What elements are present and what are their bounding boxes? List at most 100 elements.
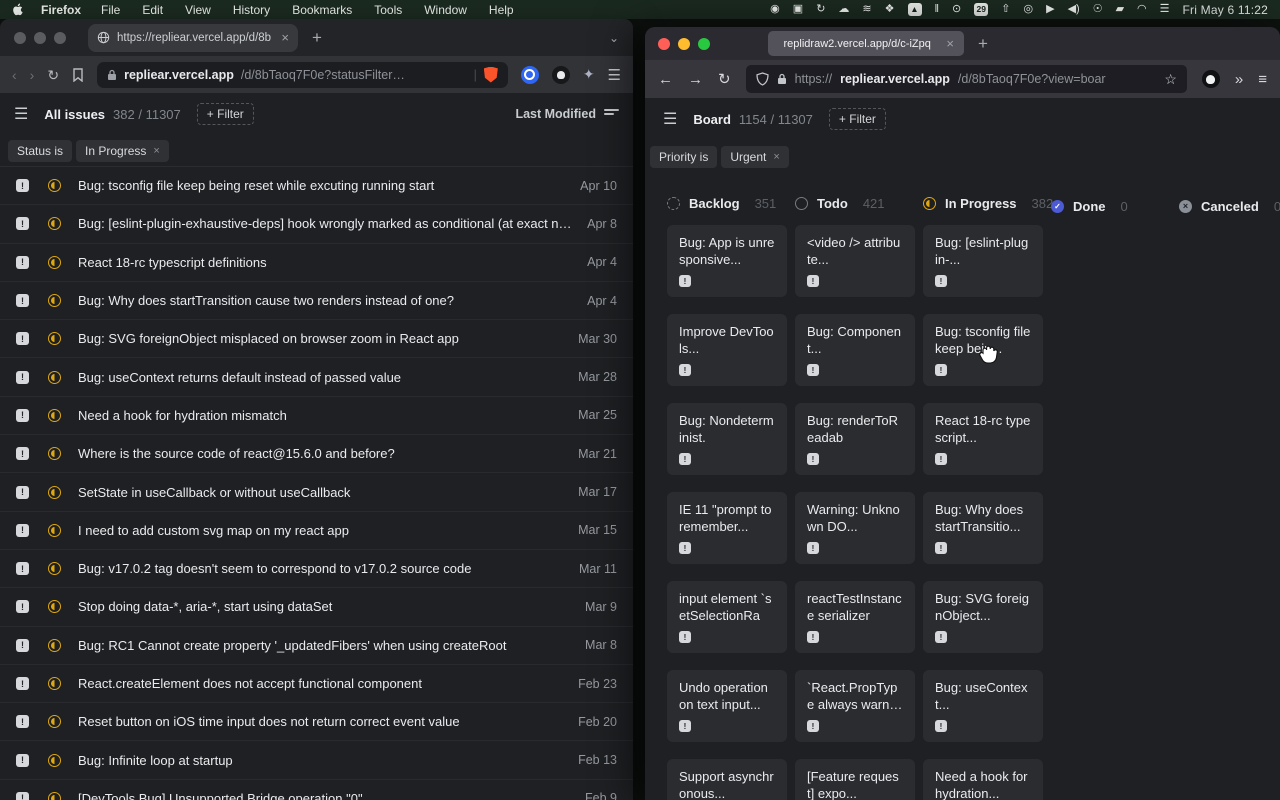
close-icon[interactable]: × (153, 145, 159, 157)
new-tab-button[interactable]: + (978, 34, 988, 54)
filter-chip[interactable]: Urgent× (721, 146, 788, 168)
close-tab-icon[interactable]: × (946, 36, 954, 51)
menu-help[interactable]: Help (489, 3, 514, 17)
issue-row[interactable]: !Bug: SVG foreignObject misplaced on bro… (0, 320, 633, 358)
issue-row[interactable]: !Need a hook for hydration mismatchMar 2… (0, 397, 633, 435)
board-card[interactable]: React 18-rc typescript...! (923, 403, 1043, 475)
board-card[interactable]: Undo operation on text input...! (667, 670, 787, 742)
board-card[interactable]: Bug: tsconfig file keep bein...! (923, 314, 1043, 386)
play-icon[interactable]: ▶ (1046, 4, 1054, 15)
assistant-icon[interactable]: ☉ (1093, 4, 1103, 15)
zoom-window-button[interactable] (698, 38, 710, 50)
minimize-window-button[interactable] (678, 38, 690, 50)
close-window-button[interactable] (14, 32, 26, 44)
issue-row[interactable]: !Reset button on iOS time input does not… (0, 703, 633, 741)
filter-chip[interactable]: Priority is (650, 146, 717, 168)
board-card[interactable]: IE 11 "prompt to remember...! (667, 492, 787, 564)
board-card[interactable]: Improve DevTools...! (667, 314, 787, 386)
reload-button[interactable]: ↻ (47, 68, 59, 82)
window-manager-icon[interactable]: ‖ (935, 4, 940, 15)
menu-edit[interactable]: Edit (142, 3, 163, 17)
sort-control[interactable]: Last Modified (515, 107, 619, 121)
board-card[interactable]: Bug: Nondeterminist.! (667, 403, 787, 475)
issue-row[interactable]: !Bug: Infinite loop at startupFeb 13 (0, 741, 633, 779)
menu-tools[interactable]: Tools (374, 3, 402, 17)
browser-menu-icon[interactable]: ≡ (1258, 72, 1267, 87)
issue-row[interactable]: !React 18-rc typescript definitionsApr 4 (0, 244, 633, 282)
menu-app-name[interactable]: Firefox (41, 3, 81, 17)
issue-row[interactable]: !Bug: [eslint-plugin-exhaustive-deps] ho… (0, 205, 633, 243)
browser-tab[interactable]: replidraw2.vercel.app/d/c-iZpq × (768, 31, 964, 56)
board-card[interactable]: Bug: Why does startTransitio...! (923, 492, 1043, 564)
timer-icon[interactable]: ⊙ (952, 4, 961, 15)
close-window-button[interactable] (658, 38, 670, 50)
board-card[interactable]: Support asynchronous...! (667, 759, 787, 800)
issue-row[interactable]: !Where is the source code of react@15.6.… (0, 435, 633, 473)
dropbox-icon[interactable]: ❖ (885, 4, 895, 15)
calendar-icon[interactable]: 29 (974, 3, 988, 16)
back-button[interactable]: ‹ (12, 68, 17, 82)
board-card[interactable]: Need a hook for hydration...! (923, 759, 1043, 800)
bookmark-icon[interactable] (72, 68, 84, 82)
forward-button[interactable]: → (688, 72, 703, 87)
issue-row[interactable]: !Stop doing data-*, aria-*, start using … (0, 588, 633, 626)
issue-row[interactable]: !SetState in useCallback or without useC… (0, 473, 633, 511)
password-manager-icon[interactable] (521, 66, 539, 84)
issue-row[interactable]: !Bug: v17.0.2 tag doesn't seem to corres… (0, 550, 633, 588)
menu-bookmarks[interactable]: Bookmarks (292, 3, 352, 17)
board-card[interactable]: Bug: [eslint-plugin-...! (923, 225, 1043, 297)
battery-icon[interactable]: ▰ (1116, 4, 1124, 15)
board-card[interactable]: Bug: useContext...! (923, 670, 1043, 742)
issue-row[interactable]: !Bug: tsconfig file keep being reset whi… (0, 167, 633, 205)
issue-row[interactable]: ![DevTools Bug] Unsupported Bridge opera… (0, 780, 633, 800)
record-icon[interactable]: ◉ (770, 4, 780, 15)
add-filter-button[interactable]: + Filter (197, 103, 254, 125)
issue-row[interactable]: !I need to add custom svg map on my reac… (0, 512, 633, 550)
window-controls[interactable] (658, 38, 710, 50)
url-bar[interactable]: https://repliear.vercel.app/d/8bTaoq7F0e… (746, 65, 1187, 93)
menu-history[interactable]: History (233, 3, 270, 17)
board-card[interactable]: <video /> attribute...! (795, 225, 915, 297)
volume-icon[interactable]: ◀) (1068, 4, 1080, 15)
menu-file[interactable]: File (101, 3, 120, 17)
sidebar-menu-icon[interactable]: ☰ (663, 109, 677, 129)
close-icon[interactable]: × (773, 151, 779, 163)
board-card[interactable]: input element `setSelectionRa! (667, 581, 787, 653)
cloud-icon[interactable]: ☁ (838, 4, 849, 15)
control-center-icon[interactable]: ☰ (1160, 4, 1170, 15)
github-profile-icon[interactable] (1202, 70, 1220, 88)
board-card[interactable]: `React.PropType always warns ab! (795, 670, 915, 742)
board-card[interactable]: Bug: SVG foreignObject...! (923, 581, 1043, 653)
issue-row[interactable]: !Bug: useContext returns default instead… (0, 358, 633, 396)
board-card[interactable]: [Feature request] expo...! (795, 759, 915, 800)
extensions-icon[interactable]: ✦ (583, 66, 595, 83)
menubar-clock[interactable]: Fri May 6 11:22 (1183, 3, 1268, 17)
board-card[interactable]: Bug: renderToReadab! (795, 403, 915, 475)
menu-view[interactable]: View (185, 3, 211, 17)
issue-row[interactable]: !Bug: RC1 Cannot create property '_updat… (0, 627, 633, 665)
window-controls[interactable] (14, 32, 66, 44)
browser-tab[interactable]: https://repliear.vercel.app/d/8b × (88, 24, 298, 52)
forward-button[interactable]: › (30, 68, 35, 82)
add-filter-button[interactable]: + Filter (829, 108, 886, 130)
display-icon[interactable]: ▣ (793, 4, 803, 15)
wifi-icon[interactable]: ◠ (1137, 4, 1147, 15)
power-icon[interactable]: ◎ (1023, 4, 1033, 15)
back-button[interactable]: ← (658, 72, 673, 87)
menu-window[interactable]: Window (424, 3, 467, 17)
minimize-window-button[interactable] (34, 32, 46, 44)
overflow-chevrons-icon[interactable]: » (1235, 72, 1243, 87)
board-card[interactable]: Bug: App is unresponsive...! (667, 225, 787, 297)
brave-shield-icon[interactable] (484, 67, 498, 83)
share-icon[interactable]: ⇧ (1001, 4, 1010, 15)
board-card[interactable]: reactTestInstance serializer! (795, 581, 915, 653)
new-tab-button[interactable]: + (312, 28, 322, 48)
zoom-window-button[interactable] (54, 32, 66, 44)
close-tab-icon[interactable]: × (281, 30, 289, 45)
vercel-icon[interactable]: ▲ (908, 3, 922, 16)
docker-icon[interactable]: ≋ (862, 4, 871, 15)
bookmark-star-icon[interactable]: ☆ (1164, 71, 1177, 88)
board-card[interactable]: Warning: Unknown DO...! (795, 492, 915, 564)
filter-chip[interactable]: Status is (8, 140, 72, 162)
sidebar-menu-icon[interactable]: ☰ (14, 104, 28, 124)
